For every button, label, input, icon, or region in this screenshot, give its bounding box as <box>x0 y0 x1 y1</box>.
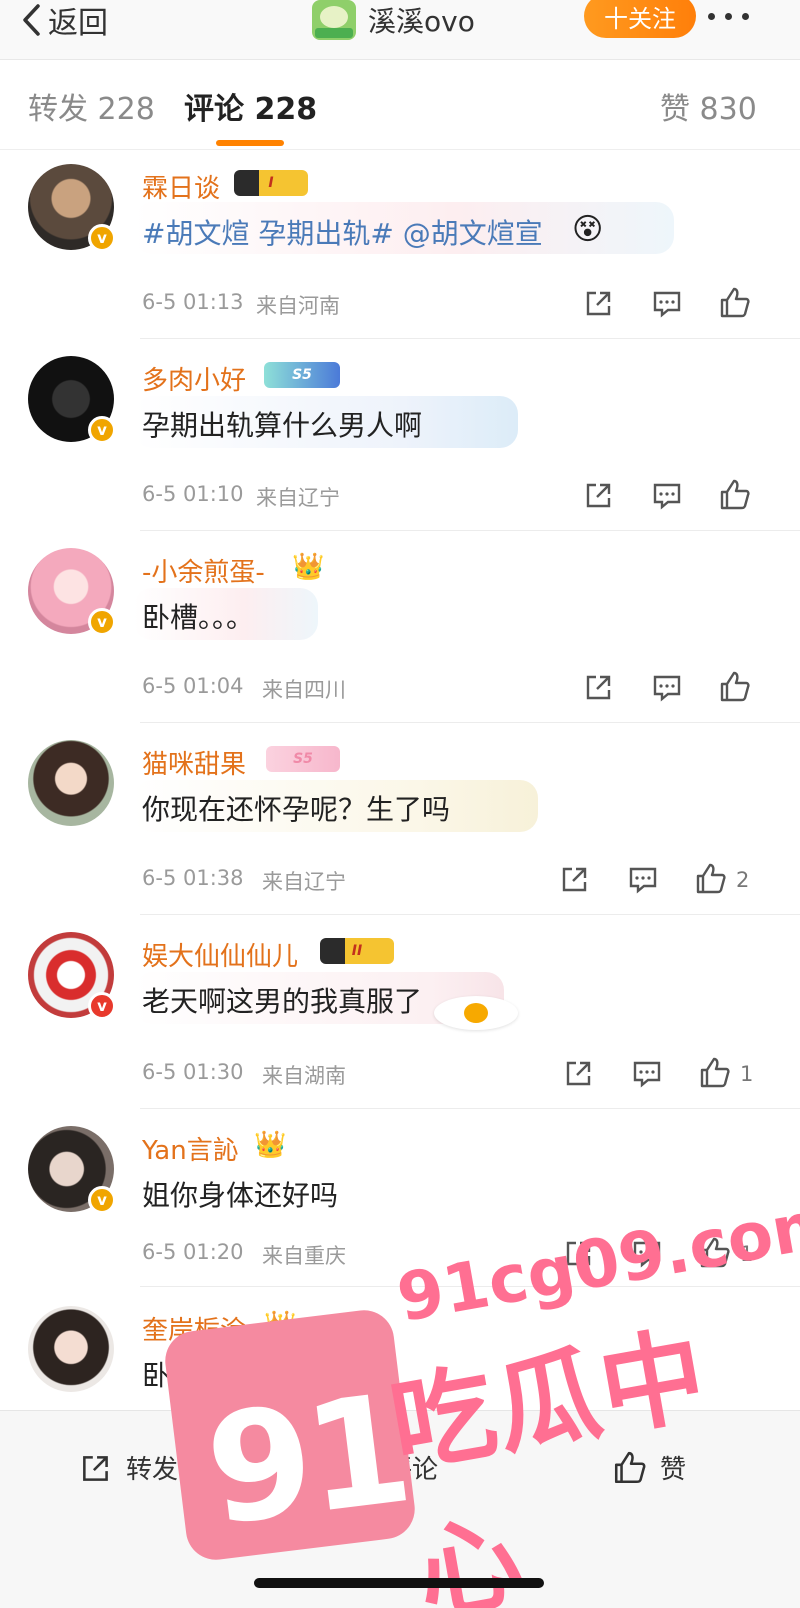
like-icon[interactable] <box>698 1056 732 1090</box>
comment-location: 来自重庆 <box>262 1244 346 1268</box>
level-badge: S5 <box>264 362 340 388</box>
comment-location: 来自辽宁 <box>262 870 346 894</box>
comment-username[interactable]: 猫咪甜果 <box>142 744 246 781</box>
active-tab-indicator <box>216 140 284 146</box>
comment-text[interactable]: 卧槽。。。 <box>142 596 254 636</box>
comment-time: 6-5 01:20 <box>142 1240 244 1264</box>
comment-username[interactable]: 霖日谈 <box>142 168 220 205</box>
watermark-number: 91 <box>198 1362 415 1560</box>
share-icon[interactable] <box>582 286 616 320</box>
comment-item: v 多肉小好 S5 孕期出轨算什么男人啊 6-5 01:10 来自辽宁 <box>0 340 800 532</box>
share-icon[interactable] <box>582 478 616 512</box>
verified-badge-icon: v <box>88 608 116 636</box>
comment-item: v 霖日谈 I #胡文煊 孕期出轨# @胡文煊宣 😵 6-5 01:13 来自河… <box>0 150 800 340</box>
crown-badge-icon: 👑 <box>254 1130 287 1160</box>
tab-like[interactable]: 赞 830 <box>660 84 757 128</box>
reply-icon[interactable] <box>626 862 660 896</box>
vip-crown-badge: I <box>234 170 308 196</box>
repost-button[interactable]: 转发 <box>78 1449 178 1486</box>
divider <box>140 1108 800 1109</box>
page-title-group: 溪溪ovo <box>312 0 475 40</box>
like-count: 1 <box>740 1062 754 1086</box>
verified-badge-icon: v <box>88 416 116 444</box>
comment-time: 6-5 01:13 <box>142 290 244 314</box>
fried-egg-icon <box>434 996 518 1030</box>
verified-badge-icon: v <box>88 992 116 1020</box>
home-indicator[interactable] <box>254 1578 544 1588</box>
avatar[interactable]: v <box>28 1126 118 1216</box>
back-label: 返回 <box>48 6 108 41</box>
like-icon[interactable] <box>718 670 752 704</box>
emoji-icon: 😵 <box>572 212 604 247</box>
comment-location: 来自四川 <box>262 678 346 702</box>
divider <box>140 338 800 339</box>
comment-location: 来自辽宁 <box>256 486 340 510</box>
divider <box>140 530 800 531</box>
comment-text[interactable]: #胡文煊 孕期出轨# @胡文煊宣 <box>142 212 543 252</box>
comment-time: 6-5 01:10 <box>142 482 244 506</box>
top-nav-bar: 返回 溪溪ovo 十关注 <box>0 0 800 60</box>
like-count: 2 <box>736 868 750 892</box>
like-icon[interactable] <box>718 478 752 512</box>
level-badge: S5 <box>266 746 340 772</box>
comment-location: 来自河南 <box>256 294 340 318</box>
comment-username[interactable]: 娱大仙仙仙儿 <box>142 936 298 973</box>
comment-item: 猫咪甜果 S5 你现在还怀孕呢？生了吗 6-5 01:38 来自辽宁 2 <box>0 724 800 916</box>
comment-username[interactable]: 多肉小好 <box>142 360 246 397</box>
reply-icon[interactable] <box>650 670 684 704</box>
crown-badge-icon: 👑 <box>292 552 325 582</box>
chevron-left-icon <box>23 4 40 36</box>
reply-icon[interactable] <box>650 478 684 512</box>
verified-badge-icon: v <box>88 224 116 252</box>
divider <box>140 914 800 915</box>
tab-bar: 转发 228 评论 228 赞 830 <box>0 60 800 150</box>
vip-crown-badge: II <box>320 938 394 964</box>
page-title: 溪溪ovo <box>368 5 475 38</box>
share-icon[interactable] <box>582 670 616 704</box>
more-options-icon[interactable] <box>708 0 749 32</box>
avatar[interactable] <box>28 740 118 830</box>
avatar[interactable]: v <box>28 356 118 446</box>
avatar[interactable]: v <box>28 932 118 1022</box>
comment-time: 6-5 01:30 <box>142 1060 244 1084</box>
share-icon[interactable] <box>558 862 592 896</box>
comment-time: 6-5 01:04 <box>142 674 244 698</box>
reply-icon[interactable] <box>650 286 684 320</box>
reply-icon[interactable] <box>630 1056 664 1090</box>
share-icon <box>83 1455 108 1481</box>
avatar[interactable] <box>28 1306 118 1396</box>
comment-text[interactable]: 老天啊这男的我真服了 <box>142 980 422 1020</box>
back-button[interactable]: 返回 <box>20 0 108 41</box>
like-icon[interactable] <box>694 862 728 896</box>
comment-location: 来自湖南 <box>262 1064 346 1088</box>
tab-comment[interactable]: 评论 228 <box>184 84 317 128</box>
weibo-comment-page: 返回 溪溪ovo 十关注 转发 228 评论 228 赞 830 v 霖日谈 I… <box>0 0 800 1608</box>
verified-badge-icon: v <box>88 1186 116 1214</box>
comment-username[interactable]: Yan言訫 <box>142 1130 239 1167</box>
comment-text[interactable]: 姐你身体还好吗 <box>142 1174 338 1214</box>
tab-repost[interactable]: 转发 228 <box>28 84 155 128</box>
comment-item: v 娱大仙仙仙儿 II 老天啊这男的我真服了 6-5 01:30 来自湖南 1 <box>0 916 800 1110</box>
divider <box>140 722 800 723</box>
follow-button[interactable]: 十关注 <box>584 0 696 38</box>
comment-time: 6-5 01:38 <box>142 866 244 890</box>
comment-item: v -小余煎蛋- 👑 卧槽。。。 6-5 01:04 来自四川 <box>0 532 800 724</box>
avatar[interactable]: v <box>28 548 118 638</box>
repost-label: 转发 <box>126 1455 179 1485</box>
like-icon[interactable] <box>718 286 752 320</box>
share-icon[interactable] <box>562 1056 596 1090</box>
avatar[interactable]: v <box>28 164 118 254</box>
user-avatar-icon <box>312 0 356 40</box>
comment-username[interactable]: -小余煎蛋- <box>142 552 265 589</box>
comment-text[interactable]: 你现在还怀孕呢？生了吗 <box>142 788 450 828</box>
comment-text[interactable]: 孕期出轨算什么男人啊 <box>142 404 422 444</box>
